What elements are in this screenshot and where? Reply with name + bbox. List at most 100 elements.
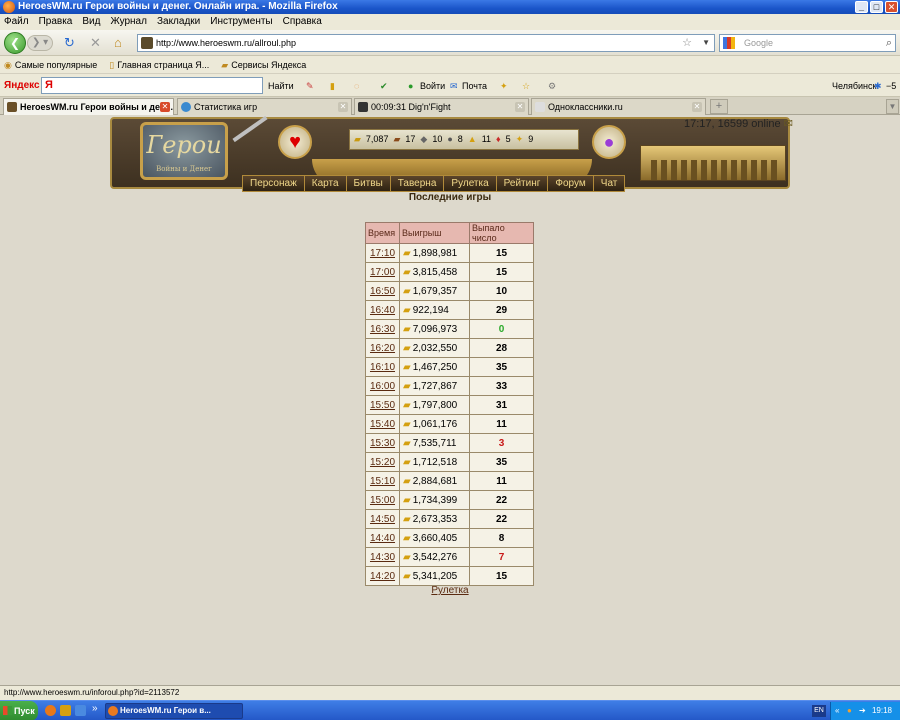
nav-forum[interactable]: Форум	[548, 176, 594, 191]
game-time-link[interactable]: 15:00	[370, 495, 395, 506]
yandex-mail-button[interactable]: Почта	[462, 75, 487, 97]
gold-icon: ▰	[403, 418, 411, 430]
tab-heroeswm[interactable]: HeroesWM.ru Герои войны и ден... ✕	[3, 98, 174, 116]
close-tab-icon[interactable]: ✕	[160, 102, 170, 112]
nav-character[interactable]: Персонаж	[243, 176, 305, 191]
number-cell: 10	[469, 281, 534, 301]
yandex-search-input[interactable]: Я	[41, 77, 263, 94]
tray-network-icon[interactable]: ➔	[859, 702, 866, 720]
forward-button[interactable]: ❯ ▾	[27, 35, 53, 51]
tab-dignfight[interactable]: 00:09:31 Dig'n'Fight ✕	[354, 98, 529, 115]
game-time-link[interactable]: 14:50	[370, 514, 395, 525]
bonus-icon[interactable]: ✦	[500, 75, 508, 97]
mana-potion-icon[interactable]: ●	[592, 125, 626, 159]
tray-app-icon[interactable]: ●	[847, 702, 852, 720]
checkmark-icon[interactable]: ✔	[380, 75, 388, 97]
game-time-link[interactable]: 16:40	[370, 305, 395, 316]
pencil-icon[interactable]: ✎	[306, 75, 314, 97]
google-icon[interactable]	[723, 37, 735, 49]
menu-edit[interactable]: Правка	[39, 14, 73, 30]
bookmark-popular[interactable]: ◉ Самые популярные	[4, 57, 97, 73]
star-icon[interactable]: ☆	[522, 75, 530, 97]
game-time-link[interactable]: 16:10	[370, 362, 395, 373]
nav-battles[interactable]: Битвы	[346, 176, 391, 191]
roulette-link-container: Рулетка	[0, 585, 900, 596]
back-button[interactable]: ❮	[4, 32, 26, 54]
nav-rating[interactable]: Рейтинг	[496, 176, 549, 191]
nav-map[interactable]: Карта	[304, 176, 347, 191]
maximize-button[interactable]: □	[870, 1, 883, 13]
menu-bookmarks[interactable]: Закладки	[157, 14, 200, 30]
quicklaunch-icon[interactable]	[60, 705, 71, 716]
yandex-login-button[interactable]: Войти	[420, 75, 445, 97]
menu-file[interactable]: Файл	[4, 14, 29, 30]
tab-odnoklassniki[interactable]: Одноклассники.ru ✕	[531, 98, 706, 115]
reload-icon[interactable]: ↻	[64, 36, 75, 50]
game-time-link[interactable]: 16:20	[370, 343, 395, 354]
time-cell: 15:40	[365, 414, 400, 434]
tray-expand-icon[interactable]: «	[835, 702, 839, 720]
menu-help[interactable]: Справка	[283, 14, 322, 30]
game-time-link[interactable]: 15:40	[370, 419, 395, 430]
nav-roulette[interactable]: Рулетка	[444, 176, 497, 191]
settings-gear-icon[interactable]: ⚙	[548, 75, 556, 97]
close-tab-icon[interactable]: ✕	[338, 102, 348, 112]
city-image[interactable]	[640, 145, 786, 181]
game-time-link[interactable]: 17:00	[370, 267, 395, 278]
game-time-link[interactable]: 15:30	[370, 438, 395, 449]
bookmark-star-icon[interactable]: ☆	[682, 35, 692, 51]
weather-city[interactable]: Челябинск	[832, 75, 876, 97]
chart-icon[interactable]: ▮	[330, 75, 335, 97]
url-bar[interactable]: http://www.heroeswm.ru/allroul.php ☆ ▼	[137, 34, 715, 52]
roulette-link[interactable]: Рулетка	[431, 585, 468, 596]
game-time-link[interactable]: 14:40	[370, 533, 395, 544]
close-tab-icon[interactable]: ✕	[515, 102, 525, 112]
tab-statistics[interactable]: Статистика игр ✕	[177, 98, 352, 115]
number-cell: 35	[469, 452, 534, 472]
game-time-link[interactable]: 15:10	[370, 476, 395, 487]
close-window-button[interactable]: ✕	[885, 1, 898, 13]
search-input[interactable]: Google ⌕	[719, 34, 896, 52]
win-amount: 1,797,800	[412, 399, 458, 411]
yandex-find-button[interactable]: Найти	[268, 75, 294, 97]
game-logo[interactable]: Герои Войны и Денег	[140, 122, 228, 180]
menu-history[interactable]: Журнал	[110, 14, 147, 30]
bookmark-yandex-services[interactable]: ▰ Сервисы Яндекса	[221, 57, 306, 73]
firefox-quicklaunch-icon[interactable]	[45, 705, 56, 716]
game-time-link[interactable]: 16:30	[370, 324, 395, 335]
nav-tavern[interactable]: Таверна	[390, 176, 445, 191]
logo-subtitle: Войны и Денег	[156, 165, 212, 173]
game-time-link[interactable]: 15:50	[370, 400, 395, 411]
menu-tools[interactable]: Инструменты	[210, 14, 272, 30]
yandex-logo[interactable]: Яндекс	[4, 75, 40, 97]
show-desktop-icon[interactable]	[75, 705, 86, 716]
windows-logo-icon	[3, 706, 12, 715]
close-tab-icon[interactable]: ✕	[692, 102, 702, 112]
game-time-link[interactable]: 15:20	[370, 457, 395, 468]
quicklaunch-expand-icon[interactable]: »	[92, 703, 98, 714]
menu-view[interactable]: Вид	[82, 14, 100, 30]
game-time-link[interactable]: 17:10	[370, 248, 395, 259]
url-dropdown-icon[interactable]: ▼	[702, 35, 710, 51]
new-tab-button[interactable]: +	[710, 99, 728, 114]
bookmark-yandex-home[interactable]: ▯ Главная страница Я...	[109, 57, 209, 73]
mail-envelope-icon[interactable]: ✉	[784, 118, 793, 130]
taskbar-firefox-window[interactable]: HeroesWM.ru Герои в...	[105, 703, 243, 719]
language-indicator[interactable]: EN	[812, 705, 826, 717]
start-button[interactable]: Пуск	[0, 701, 38, 720]
home-icon[interactable]: ⌂	[114, 36, 122, 50]
game-time-link[interactable]: 14:20	[370, 571, 395, 582]
health-heart-icon[interactable]: ♥	[278, 125, 312, 159]
tab-list-button[interactable]: ▼	[886, 99, 899, 114]
stop-icon[interactable]: ✕	[90, 36, 101, 50]
search-icon[interactable]: ⌕	[886, 35, 892, 51]
sword-icon	[232, 115, 268, 143]
game-time-link[interactable]: 16:50	[370, 286, 395, 297]
nav-chat[interactable]: Чат	[593, 176, 625, 191]
minimize-button[interactable]: _	[855, 1, 868, 13]
chat-bubble-icon[interactable]: ◌	[354, 75, 359, 97]
last-games-table: Время Выигрыш Выпало число 17:10 ▰ 1,898,9…	[365, 222, 534, 586]
game-time-link[interactable]: 16:00	[370, 381, 395, 392]
win-amount: 2,032,550	[412, 342, 458, 354]
game-time-link[interactable]: 14:30	[370, 552, 395, 563]
